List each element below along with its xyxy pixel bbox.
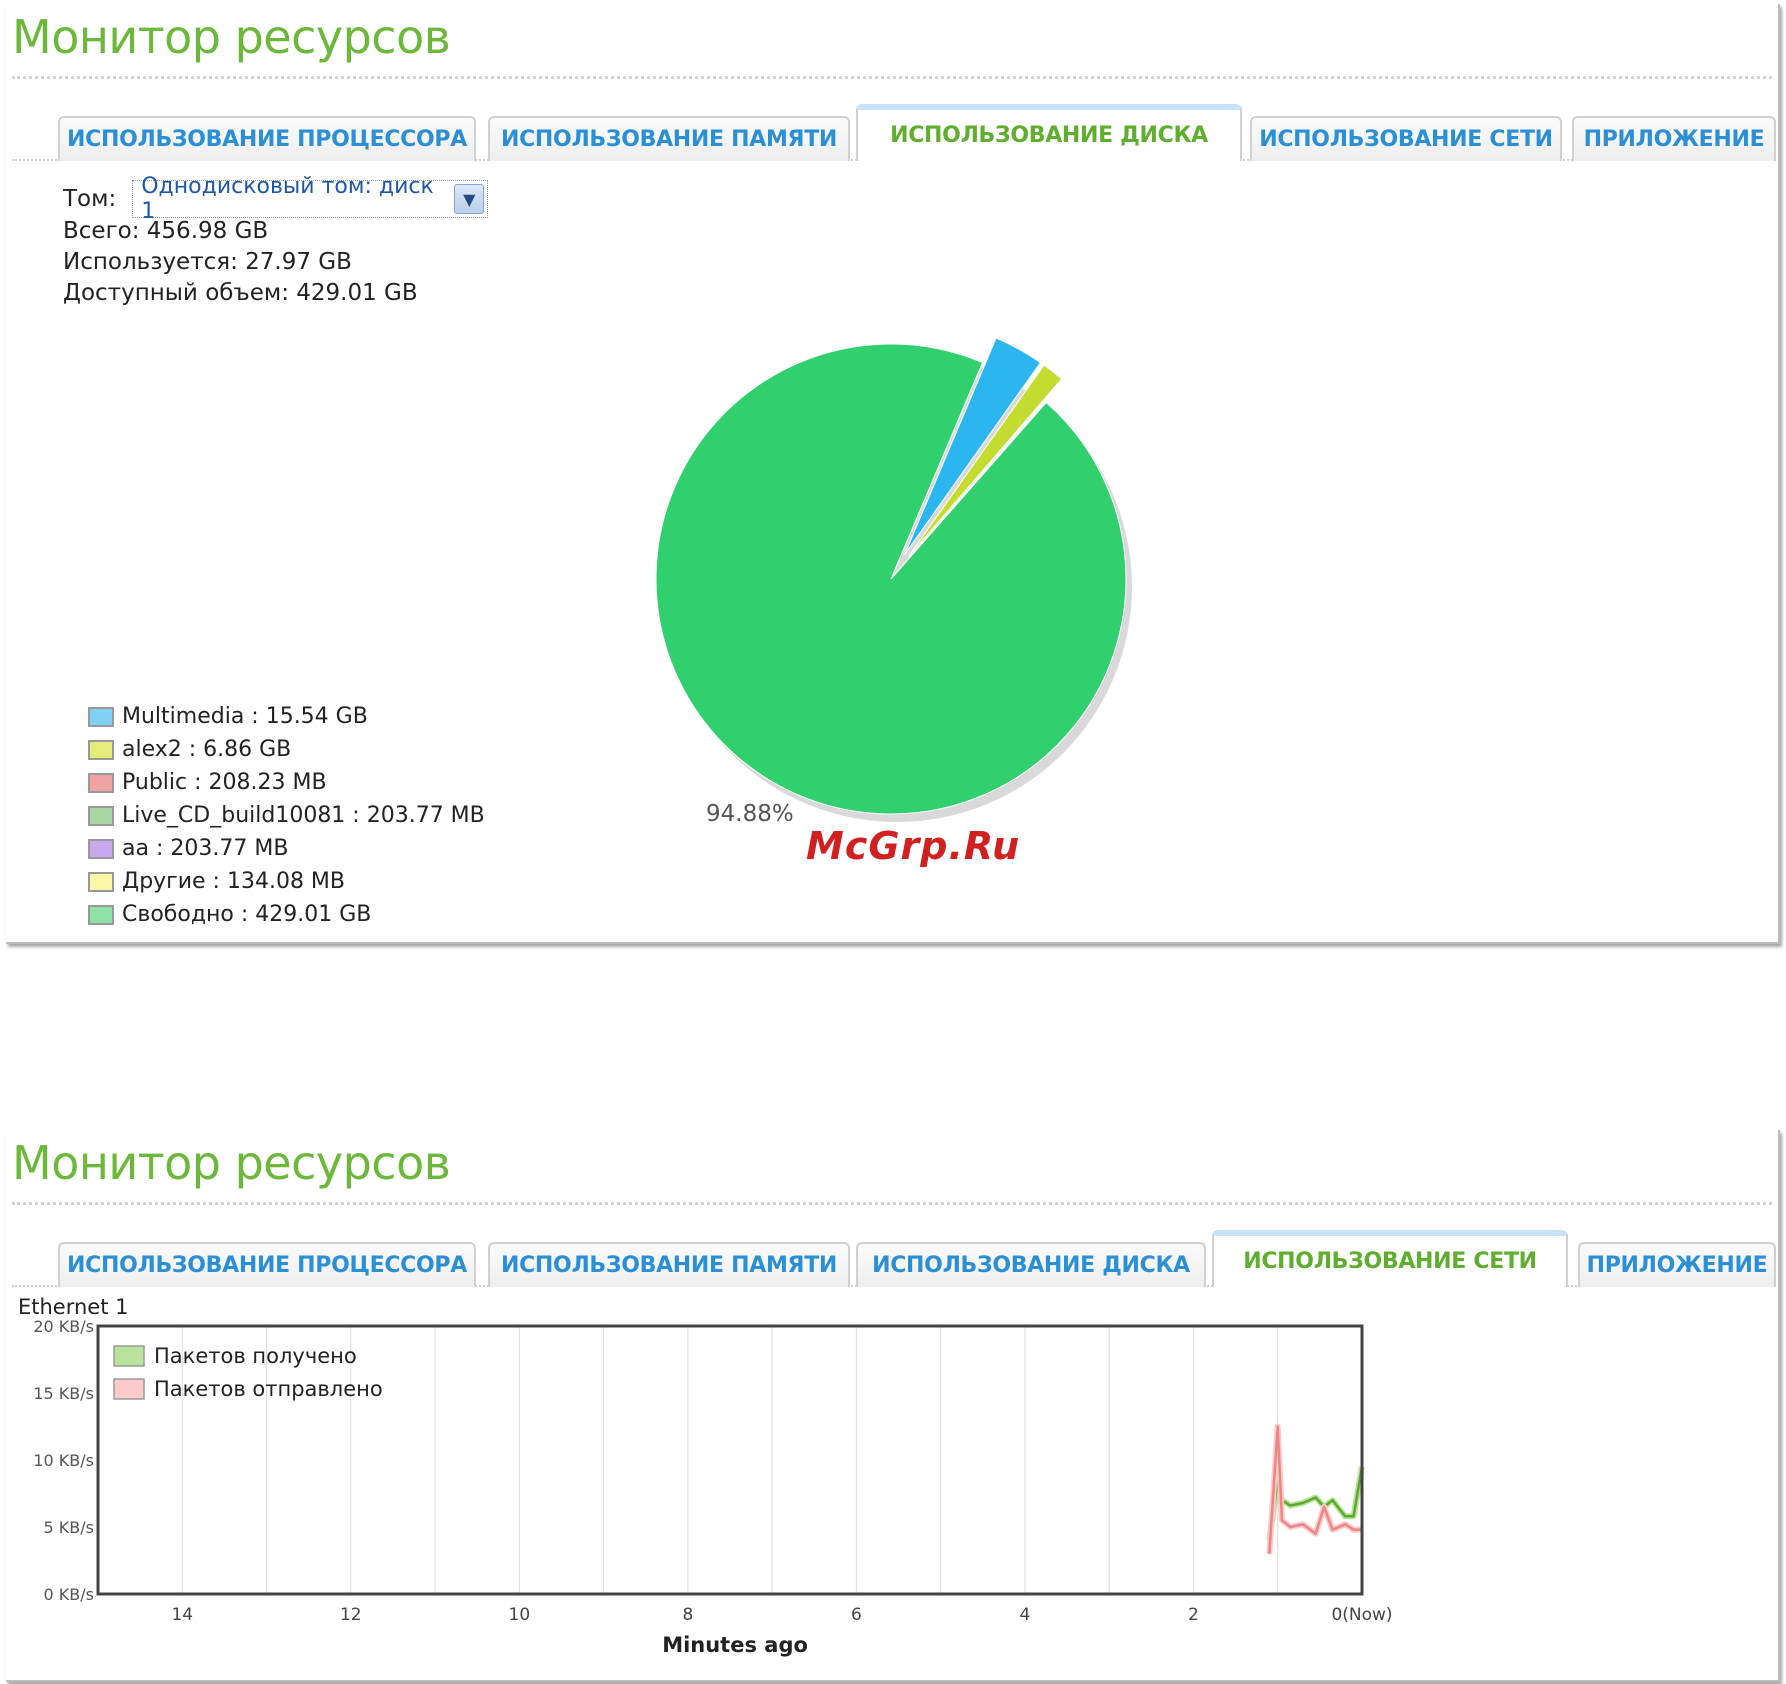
legend-label: aa : 203.77 MB [122, 836, 289, 861]
pie-legend: Multimedia : 15.54 GB alex2 : 6.86 GB Pu… [88, 700, 485, 931]
disk-pie-chart [655, 337, 1132, 822]
legend-label: Public : 208.23 MB [122, 770, 327, 795]
legend-item: Другие : 134.08 MB [88, 865, 485, 898]
pie-data-label: 94.88% [706, 801, 794, 827]
y-tick-label: 20 KB/s [33, 1317, 94, 1336]
legend-item: alex2 : 6.86 GB [88, 733, 485, 766]
volume-select[interactable]: Однодисковый том: диск 1 ▼ [132, 174, 489, 224]
tab-memory[interactable]: ИСПОЛЬЗОВАНИЕ ПАМЯТИ [488, 116, 850, 161]
tab-bar: ИСПОЛЬЗОВАНИЕ ПРОЦЕССОРА ИСПОЛЬЗОВАНИЕ П… [12, 99, 1776, 161]
legend-swatch [88, 739, 114, 760]
y-tick-label: 10 KB/s [33, 1451, 94, 1470]
pie-slice-свободно [655, 343, 1127, 815]
y-tick-label: 0 KB/s [44, 1585, 94, 1604]
legend-label: Multimedia : 15.54 GB [122, 704, 368, 729]
network-usage-panel: Монитор ресурсов ИСПОЛЬЗОВАНИЕ ПРОЦЕССОР… [6, 1130, 1780, 1682]
x-tick-label: 8 [682, 1605, 693, 1625]
legend-swatch [88, 805, 114, 826]
tab-application[interactable]: ПРИЛОЖЕНИЕ [1578, 1242, 1776, 1287]
legend-item: Multimedia : 15.54 GB [88, 700, 485, 733]
tab-disk[interactable]: ИСПОЛЬЗОВАНИЕ ДИСКА [856, 1242, 1206, 1287]
x-tick-label: 12 [340, 1605, 362, 1625]
legend-label: Пакетов получено [154, 1344, 357, 1368]
x-tick-label: 4 [1020, 1605, 1031, 1625]
legend-swatch [88, 772, 114, 793]
legend-swatch [113, 1378, 145, 1400]
available-size: Доступный объем: 429.01 GB [63, 280, 418, 306]
x-tick-label: 6 [851, 1605, 862, 1625]
legend-label: alex2 : 6.86 GB [122, 737, 292, 762]
x-tick-label: 14 [171, 1605, 193, 1625]
used-size: Используется: 27.97 GB [63, 249, 352, 275]
legend-item: aa : 203.77 MB [88, 832, 485, 865]
tab-bar: ИСПОЛЬЗОВАНИЕ ПРОЦЕССОРА ИСПОЛЬЗОВАНИЕ П… [12, 1225, 1776, 1287]
volume-select-value: Однодисковый том: диск 1 [141, 174, 434, 224]
x-tick-label: 0(Now) [1331, 1605, 1392, 1625]
network-line-chart: 0 KB/s 5 KB/s 10 KB/s 15 KB/s 20 KB/s 14 12 10 8… [33, 1317, 1392, 1657]
tab-network[interactable]: ИСПОЛЬЗОВАНИЕ СЕТИ [1212, 1230, 1568, 1287]
chevron-down-icon[interactable]: ▼ [454, 184, 485, 214]
legend-item: Live_CD_build10081 : 203.77 MB [88, 799, 485, 832]
watermark: McGrp.Ru [806, 824, 1021, 868]
legend-label: Свободно : 429.01 GB [122, 902, 372, 927]
tab-network[interactable]: ИСПОЛЬЗОВАНИЕ СЕТИ [1250, 116, 1562, 161]
legend-label: Live_CD_build10081 : 203.77 MB [122, 803, 485, 828]
legend-item: Public : 208.23 MB [88, 766, 485, 799]
tab-cpu[interactable]: ИСПОЛЬЗОВАНИЕ ПРОЦЕССОРА [58, 116, 476, 161]
y-tick-label: 5 KB/s [44, 1518, 94, 1537]
legend-swatch [88, 706, 114, 727]
tab-disk[interactable]: ИСПОЛЬЗОВАНИЕ ДИСКА [856, 104, 1242, 161]
title-divider [12, 76, 1772, 79]
volume-label: Том: [63, 186, 117, 212]
page-title: Монитор ресурсов [12, 10, 451, 64]
tab-memory[interactable]: ИСПОЛЬЗОВАНИЕ ПАМЯТИ [488, 1242, 850, 1287]
legend-label: Пакетов отправлено [154, 1377, 383, 1401]
total-size: Всего: 456.98 GB [63, 218, 269, 244]
legend-swatch [88, 904, 114, 925]
x-tick-label: 2 [1188, 1605, 1199, 1625]
title-divider [12, 1202, 1772, 1205]
tab-application[interactable]: ПРИЛОЖЕНИЕ [1572, 116, 1776, 161]
volume-row: Том: Однодисковый том: диск 1 ▼ [63, 174, 489, 224]
x-tick-label: 10 [509, 1605, 531, 1625]
y-tick-label: 15 KB/s [33, 1384, 94, 1403]
x-axis-label: Minutes ago [662, 1633, 808, 1657]
legend-swatch [88, 871, 114, 892]
tab-cpu[interactable]: ИСПОЛЬЗОВАНИЕ ПРОЦЕССОРА [58, 1242, 476, 1287]
disk-usage-panel: Монитор ресурсов ИСПОЛЬЗОВАНИЕ ПРОЦЕССОР… [6, 4, 1780, 944]
legend-swatch [88, 838, 114, 859]
legend-label: Другие : 134.08 MB [122, 869, 346, 894]
legend-item: Свободно : 429.01 GB [88, 898, 485, 931]
page-title: Монитор ресурсов [12, 1136, 451, 1190]
legend-swatch [113, 1345, 145, 1367]
